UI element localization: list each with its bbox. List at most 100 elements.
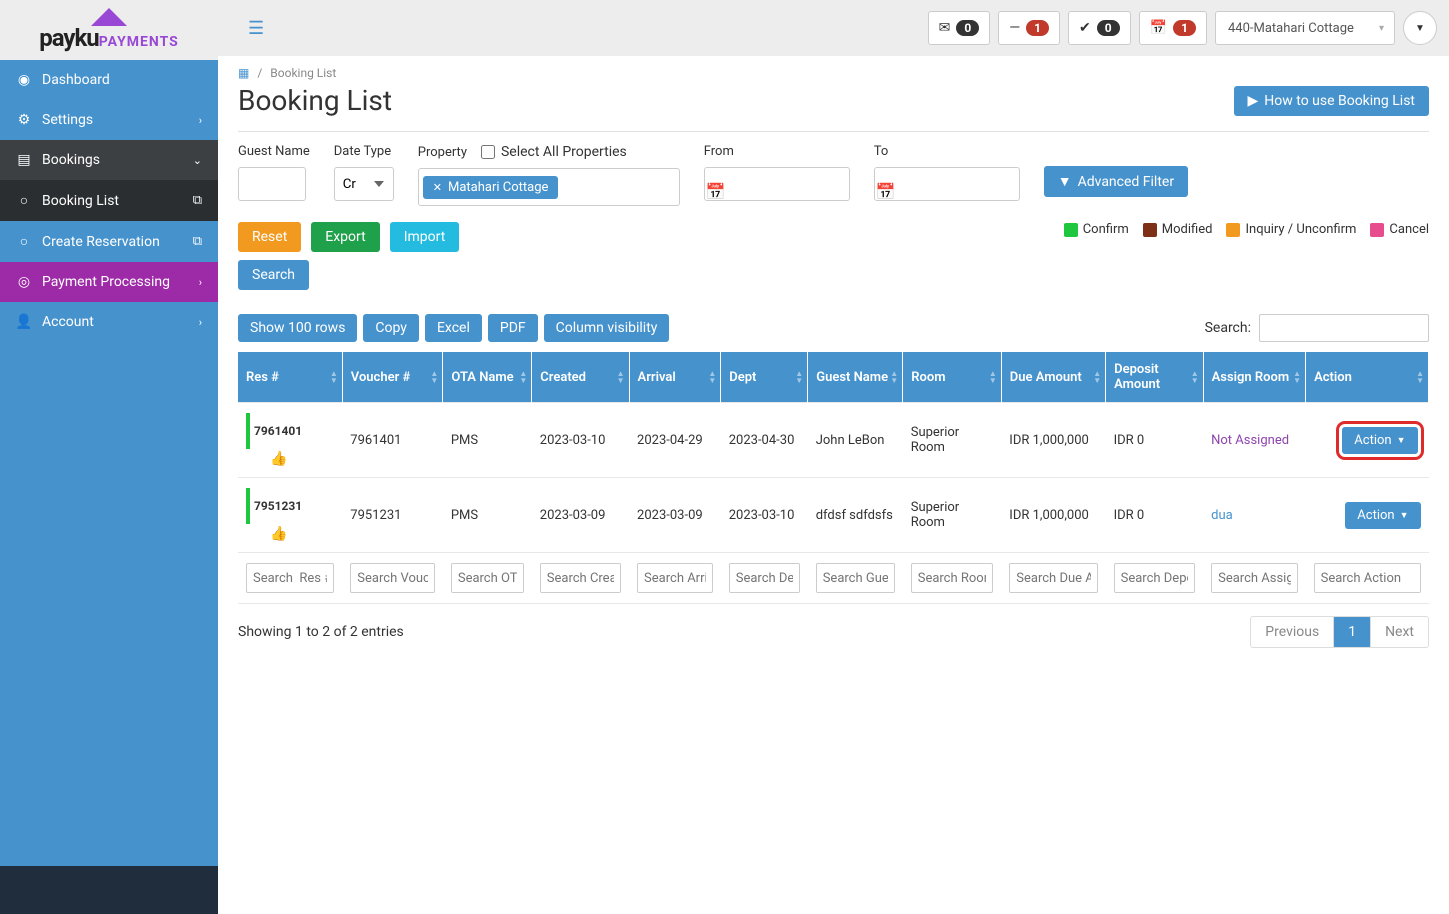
- table-search-input[interactable]: [1259, 314, 1429, 342]
- cell-due: IDR 1,000,000: [1001, 478, 1105, 553]
- breadcrumb-home-icon[interactable]: ▦: [238, 66, 249, 80]
- sidebar-item-create-reservation[interactable]: ○ Create Reservation ⧉: [0, 221, 218, 262]
- col-header-9[interactable]: Deposit Amount▲▼: [1106, 352, 1204, 403]
- col-search-1[interactable]: [350, 563, 435, 593]
- assign-room-link[interactable]: Not Assigned: [1211, 433, 1289, 448]
- list-icon: ▤: [16, 152, 32, 168]
- col-header-7[interactable]: Room▲▼: [903, 352, 1002, 403]
- sort-icon: ▲▼: [1416, 370, 1424, 384]
- date-type-select[interactable]: [334, 167, 394, 201]
- guest-name-input[interactable]: [238, 167, 306, 201]
- dropdown-circle-button[interactable]: ▼: [1403, 11, 1437, 45]
- external-link-icon: ⧉: [193, 234, 202, 249]
- hamburger-icon[interactable]: ☰: [248, 18, 264, 39]
- advanced-filter-label: Advanced Filter: [1078, 174, 1174, 190]
- table-row: 7961401👍 7961401 PMS 2023-03-10 2023-04-…: [238, 403, 1429, 478]
- select-all-properties[interactable]: Select All Properties: [481, 144, 627, 160]
- sidebar-item-dashboard[interactable]: ◉ Dashboard: [0, 60, 218, 100]
- page-1-button[interactable]: 1: [1334, 617, 1371, 647]
- thumbs-up-icon[interactable]: 👍: [270, 526, 334, 542]
- status-bar: [246, 413, 250, 449]
- col-header-5[interactable]: Dept▲▼: [721, 352, 808, 403]
- calendar-icon[interactable]: 📅: [706, 182, 726, 201]
- col-header-3[interactable]: Created▲▼: [532, 352, 629, 403]
- help-button[interactable]: ▶ How to use Booking List: [1234, 86, 1430, 116]
- col-header-11[interactable]: Action▲▼: [1306, 352, 1429, 403]
- col-header-0[interactable]: Res #▲▼: [238, 352, 342, 403]
- sort-icon: ▲▼: [1191, 370, 1199, 384]
- col-header-8[interactable]: Due Amount▲▼: [1001, 352, 1105, 403]
- sidebar-item-payment-processing[interactable]: ◎ Payment Processing ›: [0, 262, 218, 302]
- next-page-button[interactable]: Next: [1371, 617, 1428, 647]
- row-action-button[interactable]: Action ▼: [1342, 427, 1417, 454]
- filter-icon: ▼: [1058, 173, 1072, 190]
- col-header-1[interactable]: Voucher #▲▼: [342, 352, 443, 403]
- prev-page-button[interactable]: Previous: [1251, 617, 1334, 647]
- calendar-icon[interactable]: 📅: [876, 182, 896, 201]
- sort-icon: ▲▼: [330, 370, 338, 384]
- copy-button[interactable]: Copy: [363, 314, 419, 342]
- cell-guest: John LeBon: [808, 403, 903, 478]
- sidebar-item-account[interactable]: 👤 Account ›: [0, 302, 218, 342]
- property-tag-label: Matahari Cottage: [448, 180, 548, 195]
- col-search-2[interactable]: [451, 563, 524, 593]
- stat-envelope[interactable]: ✉ 0: [928, 11, 991, 45]
- sort-icon: ▲▼: [795, 370, 803, 384]
- sidebar-item-settings[interactable]: ⚙ Settings ›: [0, 100, 218, 140]
- pdf-button[interactable]: PDF: [488, 314, 538, 342]
- col-header-10[interactable]: Assign Room▲▼: [1203, 352, 1305, 403]
- property-selector[interactable]: 440-Matahari Cottage: [1215, 11, 1395, 45]
- sidebar-item-label: Create Reservation: [42, 234, 160, 250]
- col-search-0[interactable]: [246, 563, 334, 593]
- col-search-9[interactable]: [1114, 563, 1196, 593]
- col-header-2[interactable]: OTA Name▲▼: [443, 352, 532, 403]
- row-action-button[interactable]: Action ▼: [1345, 502, 1420, 529]
- close-icon[interactable]: ✕: [433, 181, 442, 194]
- assign-room-link[interactable]: dua: [1211, 508, 1233, 523]
- thumbs-up-icon[interactable]: 👍: [270, 451, 334, 467]
- table-search-label: Search:: [1205, 320, 1251, 336]
- select-all-checkbox[interactable]: [481, 145, 495, 159]
- cell-room: Superior Room: [903, 478, 1002, 553]
- col-header-4[interactable]: Arrival▲▼: [629, 352, 721, 403]
- advanced-filter-button[interactable]: ▼ Advanced Filter: [1044, 166, 1188, 197]
- sidebar-item-label: Payment Processing: [42, 274, 170, 290]
- select-all-label: Select All Properties: [501, 144, 627, 160]
- dashboard-icon: ◉: [16, 72, 32, 88]
- col-search-8[interactable]: [1009, 563, 1097, 593]
- sidebar-item-bookings[interactable]: ▤ Bookings ⌄: [0, 140, 218, 180]
- col-search-3[interactable]: [540, 563, 621, 593]
- stat-check[interactable]: ✔ 0: [1068, 11, 1131, 45]
- sidebar-item-booking-list[interactable]: ○ Booking List ⧉: [0, 180, 218, 221]
- col-search-5[interactable]: [729, 563, 800, 593]
- col-search-6[interactable]: [816, 563, 895, 593]
- chevron-right-icon: ›: [199, 114, 202, 127]
- show-rows-button[interactable]: Show 100 rows: [238, 314, 357, 342]
- logo-main: payku: [39, 24, 99, 52]
- search-button[interactable]: Search: [238, 260, 309, 290]
- col-search-11[interactable]: [1314, 563, 1421, 593]
- status-bar: [246, 488, 250, 524]
- logo-sub: PAYMENTS: [99, 34, 179, 50]
- res-number: 7951231: [254, 499, 302, 513]
- colvis-button[interactable]: Column visibility: [544, 314, 670, 342]
- col-header-6[interactable]: Guest Name▲▼: [808, 352, 903, 403]
- sort-icon: ▲▼: [617, 370, 625, 384]
- cell-arrival: 2023-04-29: [629, 403, 721, 478]
- sidebar-item-label: Booking List: [42, 193, 119, 209]
- col-search-4[interactable]: [637, 563, 713, 593]
- excel-button[interactable]: Excel: [425, 314, 482, 342]
- stat-calendar[interactable]: 📅 1: [1139, 11, 1207, 45]
- reset-button[interactable]: Reset: [238, 222, 301, 252]
- export-button[interactable]: Export: [311, 222, 379, 252]
- property-tag[interactable]: ✕ Matahari Cottage: [423, 176, 559, 199]
- property-tag-input[interactable]: ✕ Matahari Cottage: [418, 168, 680, 206]
- legend-swatch: [1226, 223, 1240, 237]
- col-search-10[interactable]: [1211, 563, 1297, 593]
- date-type-label: Date Type: [334, 144, 394, 159]
- import-button[interactable]: Import: [390, 222, 460, 252]
- sort-icon: ▲▼: [890, 370, 898, 384]
- stat-minus[interactable]: — 1: [998, 11, 1060, 45]
- stat-badge: 0: [1097, 20, 1120, 36]
- col-search-7[interactable]: [911, 563, 994, 593]
